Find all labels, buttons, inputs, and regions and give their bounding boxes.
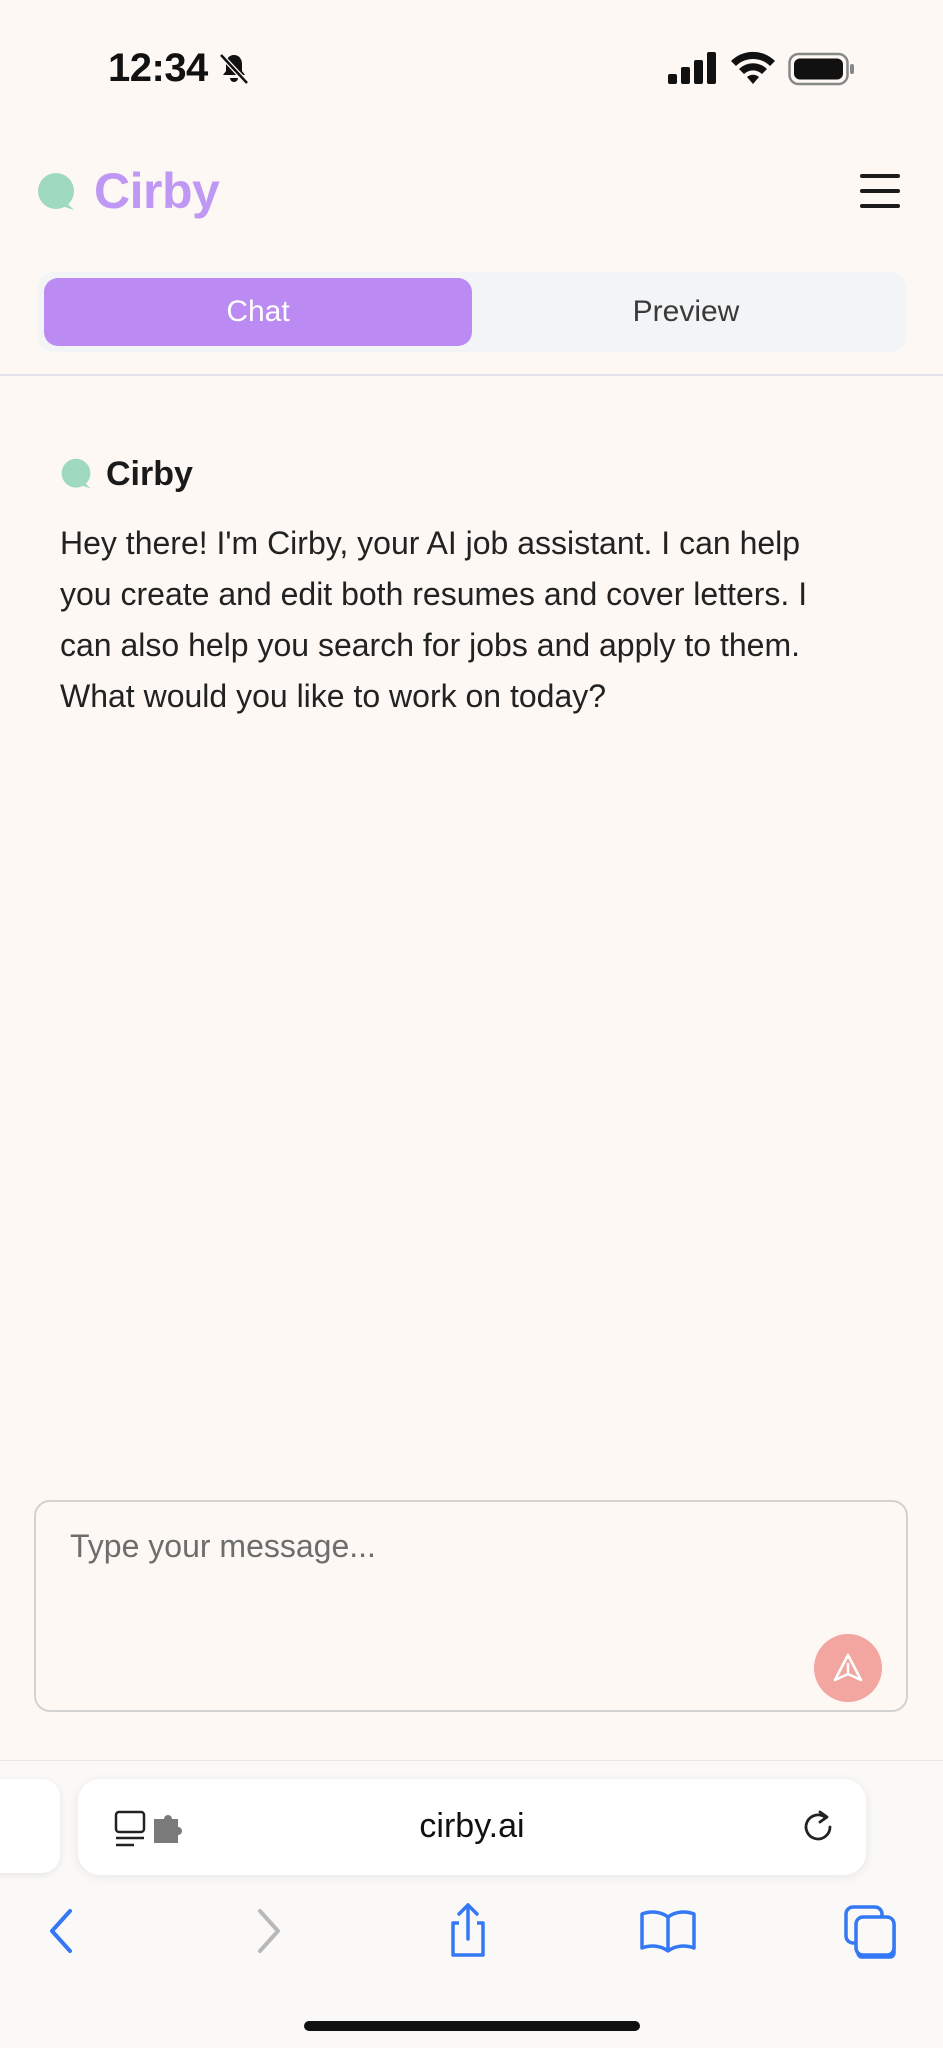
hamburger-menu-icon[interactable] (860, 174, 904, 212)
assistant-message: Cirby Hey there! I'm Cirby, your AI job … (60, 452, 820, 722)
bookmarks-icon[interactable] (638, 1901, 698, 1961)
message-input[interactable] (70, 1528, 830, 1588)
back-icon[interactable] (32, 1901, 92, 1961)
status-time: 12:34 (108, 46, 208, 90)
send-button[interactable] (814, 1634, 882, 1702)
send-icon (833, 1653, 863, 1682)
share-icon[interactable] (437, 1901, 497, 1961)
battery-icon (788, 52, 854, 86)
tab-preview[interactable]: Preview (472, 278, 900, 346)
address-bar[interactable]: cirby.ai (78, 1779, 866, 1875)
message-author: Cirby (60, 452, 820, 496)
cirby-avatar-icon (61, 458, 91, 489)
app-header: Cirby (0, 150, 943, 240)
header-divider (0, 374, 943, 376)
message-text: Hey there! I'm Cirby, your AI job assist… (60, 525, 808, 714)
status-bar: 12:34 (0, 0, 943, 130)
tab-chat[interactable]: Chat (44, 278, 472, 346)
message-composer (34, 1500, 908, 1712)
url-text[interactable]: cirby.ai (78, 1807, 866, 1846)
browser-chrome: cirby.ai (0, 1760, 943, 2048)
reload-icon[interactable] (798, 1807, 838, 1847)
bell-muted-icon (219, 53, 249, 85)
tabs-icon[interactable] (840, 1901, 900, 1961)
brand-name[interactable]: Cirby (94, 162, 220, 220)
message-author-name: Cirby (106, 454, 193, 493)
previous-tab-card[interactable] (0, 1779, 60, 1873)
cirby-logo-icon (38, 173, 74, 210)
forward-icon[interactable] (238, 1901, 298, 1961)
home-indicator (304, 2021, 640, 2031)
browser-toolbar (0, 1901, 943, 1971)
wifi-icon (731, 51, 775, 84)
cellular-signal-icon (668, 52, 716, 84)
view-tabs: Chat Preview (38, 272, 906, 352)
